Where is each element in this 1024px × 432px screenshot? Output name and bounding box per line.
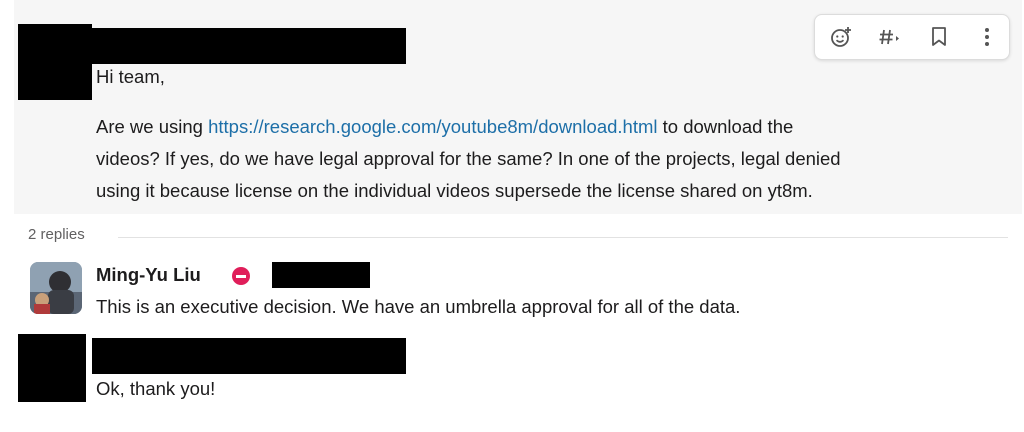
message-link[interactable]: https://research.google.com/youtube8m/do… [208, 116, 657, 137]
avatar-redacted[interactable] [18, 334, 86, 402]
replies-divider [118, 237, 1008, 238]
do-not-disturb-icon [232, 267, 250, 285]
reply-text: Ok, thank you! [96, 378, 216, 399]
reply-author-name[interactable]: Ming-Yu Liu [96, 260, 201, 290]
avatar-photo [30, 262, 82, 314]
avatar[interactable] [30, 262, 82, 314]
message-body-line-3: using it because license on the individu… [96, 180, 813, 201]
message-body-line-2: videos? If yes, do we have legal approva… [96, 148, 841, 169]
message-body-after-link: to download the [662, 116, 794, 137]
bookmark-icon[interactable] [925, 23, 953, 51]
message-actions-toolbar [814, 14, 1010, 60]
more-actions-icon[interactable] [973, 23, 1001, 51]
avatar-redacted[interactable] [18, 24, 92, 100]
reply-text: This is an executive decision. We have a… [96, 296, 741, 317]
reply-author-title-redacted [272, 262, 370, 288]
replies-count[interactable]: 2 replies [28, 226, 85, 243]
author-name-redacted[interactable] [92, 28, 406, 64]
message-greeting: Hi team, [96, 66, 165, 87]
author-name-redacted[interactable] [92, 338, 406, 374]
channel-hash-icon[interactable] [875, 23, 903, 51]
add-reaction-icon[interactable] [827, 23, 855, 51]
message-body-line-1: Are we using https://research.google.com… [96, 112, 996, 142]
message-body-intro: Are we using [96, 116, 209, 137]
